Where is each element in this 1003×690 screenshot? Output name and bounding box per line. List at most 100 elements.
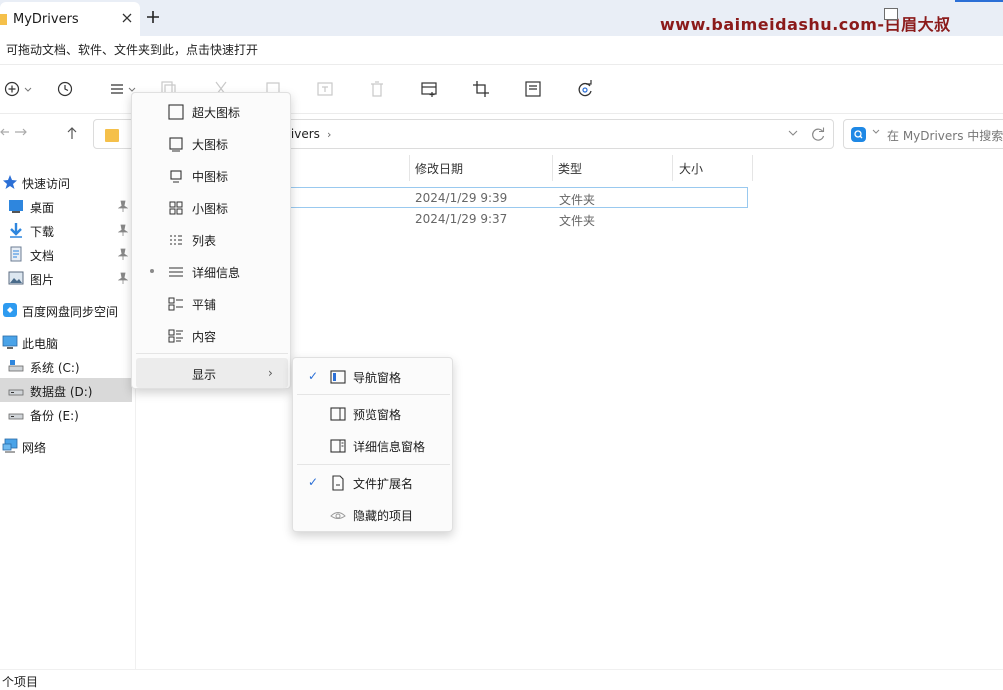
menu-item-file-extensions[interactable]: ✓ 文件扩展名 (297, 467, 450, 497)
history-icon[interactable] (56, 80, 74, 98)
up-arrow-icon[interactable] (66, 126, 78, 140)
checkmark-icon: ✓ (308, 369, 319, 383)
column-header-modified[interactable]: 修改日期 (415, 160, 463, 177)
column-header-size[interactable]: 大小 (679, 160, 703, 177)
system-drive-icon (8, 358, 24, 374)
menu-label: 预览窗格 (353, 408, 402, 422)
menu-item-content[interactable]: 内容 (136, 320, 288, 350)
menu-item-small-icons[interactable]: 小图标 (136, 192, 288, 222)
menu-label: 内容 (192, 330, 217, 344)
menu-item-list[interactable]: 列表 (136, 224, 288, 254)
baidu-cloud-icon (2, 302, 18, 318)
row-modified: 2024/1/29 9:39 (415, 191, 508, 205)
window-control-icon[interactable] (884, 8, 898, 20)
menu-label: 列表 (192, 234, 217, 248)
nav-documents[interactable]: 文档 (0, 242, 132, 266)
preview-pane-icon (330, 406, 346, 422)
menu-item-extra-large-icons[interactable]: 超大图标 (136, 96, 288, 126)
menu-divider (297, 464, 450, 465)
path-separator[interactable]: › (327, 128, 331, 141)
search-box[interactable]: 在 MyDrivers 中搜索 (843, 119, 1003, 149)
menu-item-medium-icons[interactable]: 中图标 (136, 160, 288, 190)
tab-title: MyDrivers (13, 12, 79, 27)
menu-item-hidden-items[interactable]: 隐藏的项目 (297, 499, 450, 529)
menu-label: 详细信息窗格 (353, 440, 426, 454)
menu-label: 导航窗格 (353, 371, 402, 385)
pin-icon[interactable] (118, 272, 128, 284)
view-menu-icon[interactable] (110, 80, 136, 98)
watermark-text: www.baimeidashu.com-白眉大叔 (660, 15, 951, 34)
list-icon (168, 232, 184, 248)
nav-quick-access[interactable]: 快速访问 (0, 170, 132, 194)
nav-this-pc[interactable]: 此电脑 (0, 330, 132, 354)
nav-drive-e[interactable]: 备份 (E:) (0, 402, 132, 426)
crop-icon[interactable] (472, 80, 490, 98)
nav-pictures[interactable]: 图片 (0, 266, 132, 290)
forward-arrow-icon[interactable] (14, 126, 28, 138)
desktop-icon (8, 198, 24, 214)
nav-drive-d[interactable]: 数据盘 (D:) (0, 378, 132, 402)
properties-icon[interactable] (524, 80, 542, 98)
chevron-down-icon[interactable] (788, 129, 798, 137)
drive-icon (8, 406, 24, 422)
extra-large-icons-icon (168, 104, 184, 120)
column-divider[interactable] (752, 155, 753, 181)
star-icon (2, 174, 18, 190)
nav-desktop[interactable]: 桌面 (0, 194, 132, 218)
eye-icon (330, 507, 346, 523)
drop-hint: 可拖动文档、软件、文件夹到此，点击快速打开 (6, 43, 259, 57)
menu-item-tiles[interactable]: 平铺 (136, 288, 288, 318)
medium-icons-icon (168, 168, 184, 184)
search-input[interactable]: 在 MyDrivers 中搜索 (887, 127, 1003, 144)
pin-icon[interactable] (118, 224, 128, 236)
refresh-icon[interactable] (811, 127, 825, 141)
sync-icon[interactable] (576, 80, 594, 98)
new-item-icon[interactable] (4, 80, 32, 98)
selected-dot-icon (150, 269, 154, 273)
nav-baidu-sync[interactable]: 百度网盘同步空间 (0, 298, 132, 322)
divider (0, 669, 1003, 670)
pin-icon[interactable] (118, 248, 128, 260)
details-pane-icon (330, 438, 346, 454)
nav-label: 此电脑 (22, 337, 59, 351)
drive-icon (8, 382, 24, 398)
rename-icon[interactable] (316, 80, 334, 98)
view-menu: 超大图标 大图标 中图标 小图标 列表 详细信息 平铺 内容 显示 › (131, 92, 291, 389)
network-icon (2, 438, 18, 454)
menu-label: 显示 (192, 368, 217, 382)
column-divider[interactable] (409, 155, 410, 181)
menu-label: 平铺 (192, 298, 217, 312)
column-divider[interactable] (672, 155, 673, 181)
nav-label: 图片 (30, 273, 55, 287)
nav-drive-c[interactable]: 系统 (C:) (0, 354, 132, 378)
pin-icon[interactable] (118, 200, 128, 212)
picture-icon (8, 270, 24, 286)
accent-line (955, 0, 1003, 2)
new-folder-icon[interactable] (420, 80, 438, 98)
column-header-type[interactable]: 类型 (558, 160, 582, 177)
download-icon (8, 222, 24, 238)
menu-label: 隐藏的项目 (353, 509, 414, 523)
document-icon (8, 246, 24, 262)
menu-item-large-icons[interactable]: 大图标 (136, 128, 288, 158)
delete-icon[interactable] (368, 80, 386, 98)
new-tab-button[interactable] (146, 10, 160, 24)
menu-item-nav-pane[interactable]: ✓ 导航窗格 (297, 361, 450, 391)
nav-downloads[interactable]: 下载 (0, 218, 132, 242)
menu-item-details-pane[interactable]: 详细信息窗格 (297, 430, 450, 460)
row-modified: 2024/1/29 9:37 (415, 212, 508, 226)
table-row-selected[interactable] (281, 187, 748, 208)
back-arrow-icon[interactable] (0, 126, 10, 138)
status-text: 个项目 (2, 675, 39, 689)
menu-label: 详细信息 (192, 266, 241, 280)
menu-item-details[interactable]: 详细信息 (136, 256, 288, 286)
file-extension-icon (330, 475, 346, 491)
column-divider[interactable] (552, 155, 553, 181)
chevron-down-icon[interactable] (872, 129, 880, 135)
menu-item-show[interactable]: 显示 › (136, 358, 288, 388)
menu-item-preview-pane[interactable]: 预览窗格 (297, 398, 450, 428)
nav-network[interactable]: 网络 (0, 434, 132, 458)
tab-mydrivers[interactable]: MyDrivers (0, 2, 140, 36)
close-tab-icon[interactable] (122, 13, 132, 23)
address-path[interactable]: rivers (286, 127, 320, 141)
